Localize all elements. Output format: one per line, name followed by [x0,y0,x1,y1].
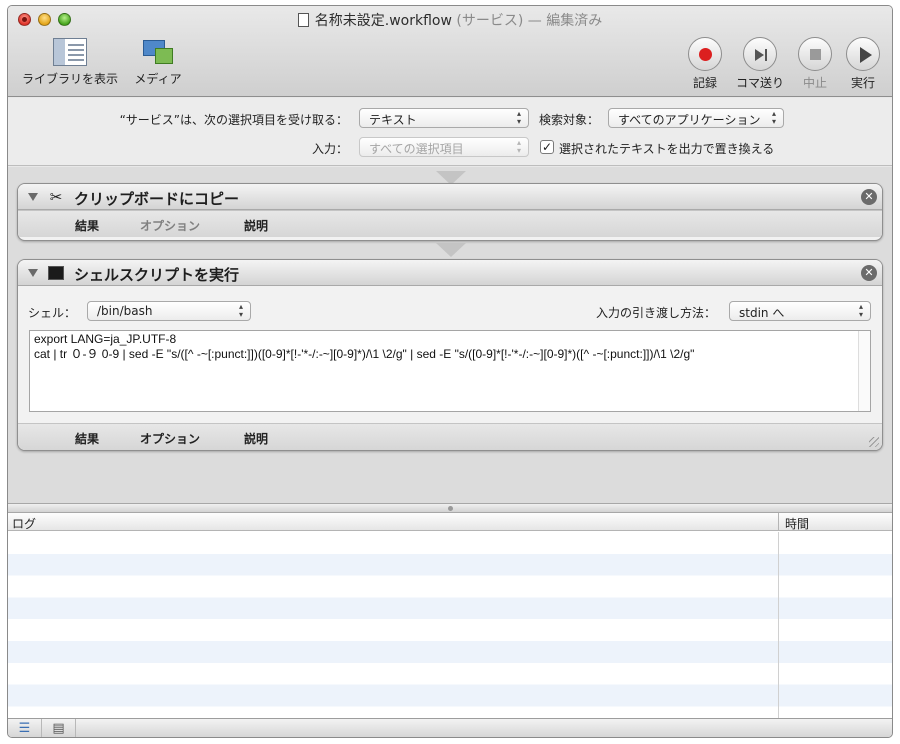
action-title: シェルスクリプトを実行 [74,266,240,284]
action-title: クリップボードにコピー [74,190,240,208]
log-column-header[interactable]: ログ [12,515,36,532]
connector-arrow [436,243,466,259]
title-main: 名称未設定.workflow [314,13,452,29]
script-line: export LANG=ja_JP.UTF-8 [34,332,177,346]
input-value: すべての選択項目 [369,142,464,156]
step-button[interactable]: コマ送り [736,37,784,91]
tab-results[interactable]: 結果 [75,217,99,234]
window-title: 名称未設定.workflow (サービス) — 編集済み [8,10,892,30]
stop-button[interactable]: 中止 [796,37,834,91]
action-header: ✂ クリップボードにコピー ✕ [18,184,882,210]
resize-grip-icon[interactable] [869,437,879,447]
input-label: 入力： [311,142,348,156]
list-icon: ☰ [18,721,31,736]
popup-arrows-icon: ▴ ▾ [238,302,243,319]
show-library-button[interactable]: ライブラリを表示 [16,38,124,87]
run-label: 実行 [850,76,875,90]
remove-action-button[interactable]: ✕ [861,189,877,205]
shell-value: /bin/bash [97,304,153,318]
title-suffix: (サービス) — 編集済み [456,13,603,29]
disclosure-triangle-icon[interactable] [28,193,38,201]
tools-icon: ✂ [49,188,63,206]
pass-input-label: 入力の引き渡し方法： [596,306,717,320]
log-pane: ログ 時間 [8,513,892,718]
variables-icon: ▤ [52,721,65,736]
service-settings: “サービス”は、次の選択項目を受け取る： テキスト ▴ ▾ 検索対象： すべてのア… [8,98,892,166]
step-label: コマ送り [735,76,784,90]
time-column-header[interactable]: 時間 [785,515,809,532]
action-copy-to-clipboard[interactable]: ✂ クリップボードにコピー ✕ 結果 オプション 説明 [17,183,883,241]
disclosure-triangle-icon[interactable] [28,269,38,277]
log-header: ログ 時間 [8,513,892,531]
play-icon [860,47,872,63]
toolbar: 名称未設定.workflow (サービス) — 編集済み ライブラリを表示 メデ… [8,6,892,97]
script-editor[interactable]: export LANG=ja_JP.UTF-8 cat | tr ０-９ 0-9 … [29,330,871,412]
search-target-popup[interactable]: すべてのアプリケーション ▴ ▾ [608,108,784,128]
popup-arrows-icon: ▴ ▾ [516,109,521,126]
record-label: 記録 [692,76,717,90]
tab-description[interactable]: 説明 [244,217,268,234]
log-view-button[interactable]: ☰ [8,719,42,737]
tab-options[interactable]: オプション [140,430,200,447]
library-icon [53,38,87,66]
log-list[interactable] [8,532,892,718]
script-line: cat | tr ０-９ 0-9 | sed -E "s/([^ -~[:pun… [34,347,695,361]
bottom-bar: ☰ ▤ [8,718,892,737]
replace-text-label: 選択されたテキストを出力で置き換える [559,142,775,156]
action-header: シェルスクリプトを実行 ✕ [18,260,882,286]
splitter-dot-icon [448,506,453,511]
show-library-label: ライブラリを表示 [21,72,118,86]
search-value: すべてのアプリケーション [618,113,761,127]
media-button[interactable]: メディア [128,38,188,87]
shell-popup[interactable]: /bin/bash ▴ ▾ [87,301,251,321]
document-icon [297,13,309,27]
action-tabs: 結果 オプション 説明 [18,423,882,450]
media-label: メディア [134,72,182,86]
receives-label: “サービス”は、次の選択項目を受け取る： [119,113,348,127]
pane-splitter[interactable] [8,503,892,513]
terminal-icon [47,264,65,282]
media-icon [141,38,175,66]
record-dot-icon [699,48,712,61]
popup-arrows-icon: ▴ ▾ [858,302,863,319]
record-button[interactable]: 記録 [686,37,724,91]
search-label: 検索対象： [539,113,600,127]
pass-input-popup[interactable]: stdin へ ▴ ▾ [729,301,871,321]
popup-arrows-icon: ▴ ▾ [771,109,776,126]
tab-results[interactable]: 結果 [75,430,99,447]
variables-view-button[interactable]: ▤ [42,719,76,737]
pass-input-value: stdin へ [739,306,785,320]
remove-action-button[interactable]: ✕ [861,265,877,281]
action-tabs: 結果 オプション 説明 [18,210,882,237]
stop-square-icon [810,49,821,60]
script-scrollbar[interactable] [858,331,870,411]
action-run-shell-script[interactable]: シェルスクリプトを実行 ✕ シェル： /bin/bash ▴ ▾ 入力の引き渡し方… [17,259,883,451]
run-button[interactable]: 実行 [844,37,882,91]
popup-arrows-icon: ▴ ▾ [516,138,521,155]
tab-options[interactable]: オプション [140,217,200,234]
receives-value: テキスト [369,113,417,127]
automator-window: 名称未設定.workflow (サービス) — 編集済み ライブラリを表示 メデ… [7,5,893,738]
input-popup[interactable]: すべての選択項目 ▴ ▾ [359,137,529,157]
receives-popup[interactable]: テキスト ▴ ▾ [359,108,529,128]
tab-description[interactable]: 説明 [244,430,268,447]
step-forward-icon [755,49,764,61]
workflow-area: ✂ クリップボードにコピー ✕ 結果 オプション 説明 シェルスクリプトを実行 … [8,167,892,503]
replace-text-checkbox[interactable]: ✓ [540,140,554,154]
shell-label: シェル： [28,306,77,320]
